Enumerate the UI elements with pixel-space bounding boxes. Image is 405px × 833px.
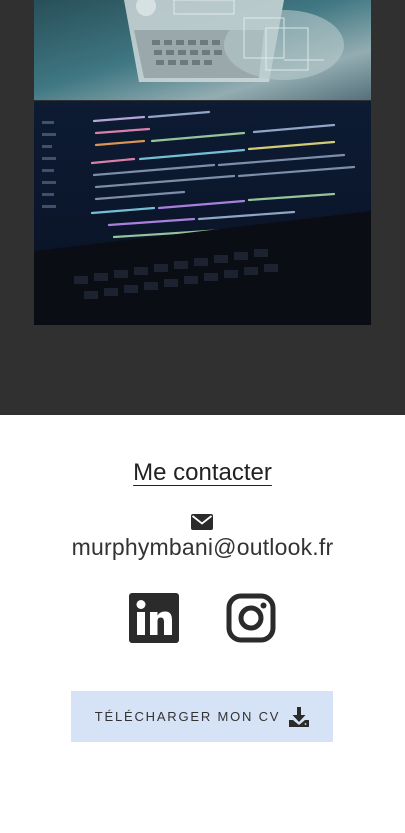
laptop-photo — [34, 0, 371, 100]
code-laptop-photo — [34, 101, 371, 325]
envelope-icon — [191, 514, 213, 530]
linkedin-icon[interactable] — [129, 593, 179, 643]
projects-gallery — [0, 0, 405, 415]
download-icon — [289, 706, 310, 727]
email-address[interactable]: murphymbani@outlook.fr — [0, 534, 405, 561]
contact-section: Me contacter murphymbani@outlook.fr TÉLÉ… — [0, 415, 405, 833]
laptop-hologram-image — [34, 0, 371, 100]
contact-heading: Me contacter — [133, 459, 272, 486]
code-screen-image — [34, 101, 371, 325]
instagram-icon[interactable] — [226, 593, 276, 643]
download-cv-button[interactable]: TÉLÉCHARGER MON CV — [71, 691, 333, 742]
download-cv-label: TÉLÉCHARGER MON CV — [94, 709, 281, 724]
